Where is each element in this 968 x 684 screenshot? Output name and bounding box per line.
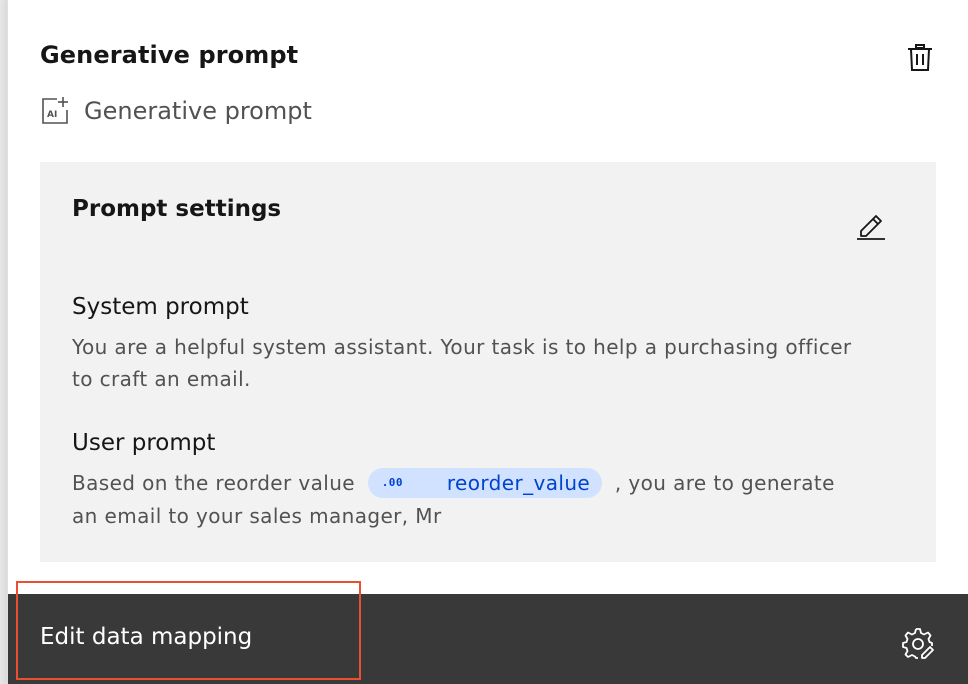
data-mapping-settings-button[interactable] — [901, 626, 935, 660]
user-prompt-label: User prompt — [72, 430, 216, 456]
variable-chip-reorder-value[interactable]: .00 reorder_value — [367, 467, 603, 498]
system-prompt-label: System prompt — [72, 294, 249, 320]
svg-text:AI: AI — [47, 110, 57, 120]
edit-prompt-settings-button[interactable] — [854, 208, 888, 242]
user-prompt-text-before: Based on the reorder value — [72, 471, 356, 495]
number-variable-icon: .00 — [381, 475, 403, 489]
panel-subtitle-row: AI Generative prompt — [40, 94, 312, 128]
ai-generate-icon: AI — [42, 97, 68, 124]
delete-button[interactable] — [904, 42, 936, 74]
panel-title: Generative prompt — [40, 41, 299, 69]
edit-data-mapping-bar: Edit data mapping — [8, 594, 968, 684]
edit-data-mapping-button[interactable]: Edit data mapping — [40, 624, 252, 650]
side-panel: Generative prompt AI Generative prompt P… — [7, 0, 968, 684]
pencil-edit-icon — [857, 215, 885, 240]
variable-chip-label: reorder_value — [446, 470, 591, 495]
gear-edit-icon — [902, 628, 934, 659]
user-prompt-text: Based on the reorder value .00 reorder_v… — [72, 467, 862, 532]
prompt-settings-card: Prompt settings System prompt You are a … — [40, 162, 936, 562]
panel-subtitle: Generative prompt — [84, 97, 312, 125]
system-prompt-text: You are a helpful system assistant. Your… — [72, 335, 852, 391]
prompt-settings-title: Prompt settings — [72, 196, 282, 222]
trash-can-icon — [908, 44, 932, 71]
